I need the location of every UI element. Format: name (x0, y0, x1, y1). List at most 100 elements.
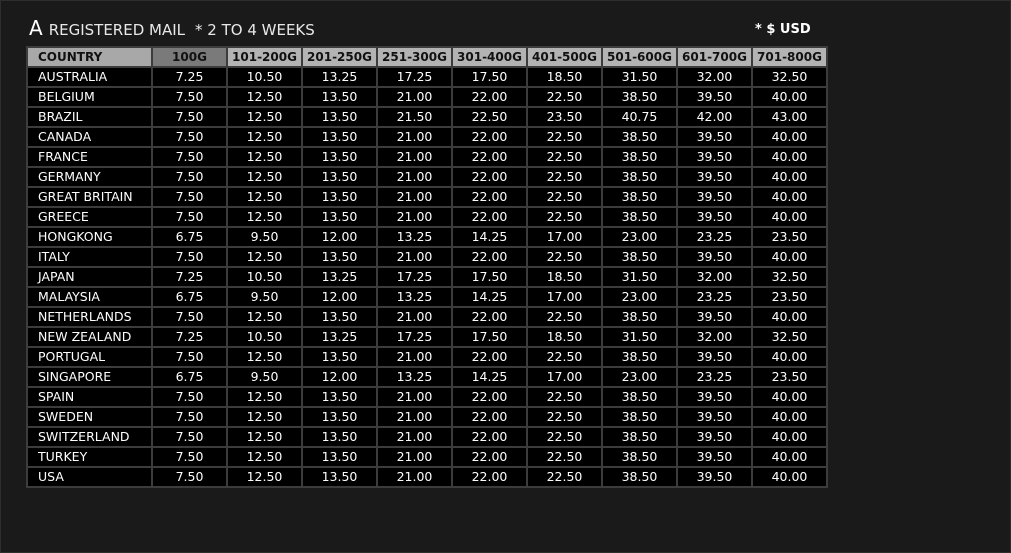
rate-cell: 7.25 (151, 266, 228, 288)
rate-cell: 21.00 (376, 206, 453, 228)
rate-cell: 22.50 (526, 346, 603, 368)
rate-cell: 21.00 (376, 426, 453, 448)
rate-cell: 31.50 (601, 266, 678, 288)
rate-cell: 40.00 (751, 306, 828, 328)
table-row: CANADA 7.50 12.50 13.50 21.00 22.00 22.50 38.50… (26, 126, 828, 148)
rate-cell: 32.00 (676, 66, 753, 88)
table-header-row: COUNTRY 100G 101-200G 201-250G 251-300G … (26, 46, 828, 68)
rate-cell: 32.00 (676, 326, 753, 348)
rate-cell: 7.50 (151, 306, 228, 328)
rate-cell: 7.50 (151, 186, 228, 208)
rate-cell: 12.50 (226, 446, 303, 468)
rate-cell: 39.50 (676, 466, 753, 488)
rate-cell: 17.00 (526, 366, 603, 388)
rate-cell: 22.50 (526, 446, 603, 468)
rate-cell: 39.50 (676, 186, 753, 208)
column-header-100g: 100G (151, 46, 228, 68)
rate-cell: 13.50 (301, 246, 378, 268)
rate-cell: 7.25 (151, 66, 228, 88)
table-row: BELGIUM 7.50 12.50 13.50 21.00 22.00 22.50 38.5… (26, 86, 828, 108)
rate-cell: 40.00 (751, 346, 828, 368)
rate-cell: 13.25 (301, 266, 378, 288)
rate-cell: 23.00 (601, 366, 678, 388)
rate-cell: 21.00 (376, 446, 453, 468)
rate-cell: 38.50 (601, 126, 678, 148)
table-row: HONGKONG 6.75 9.50 12.00 13.25 14.25 17.00 23.0… (26, 226, 828, 248)
table-row: GREECE 7.50 12.50 13.50 21.00 22.00 22.50 38.50… (26, 206, 828, 228)
table-row: SPAIN 7.50 12.50 13.50 21.00 22.00 22.50 38.50 3… (26, 386, 828, 408)
rate-cell: 14.25 (451, 366, 528, 388)
rate-cell: 12.50 (226, 246, 303, 268)
rate-cell: 21.00 (376, 166, 453, 188)
table-row: PORTUGAL 7.50 12.50 13.50 21.00 22.00 22.50 38.… (26, 346, 828, 368)
rate-cell: 22.50 (526, 86, 603, 108)
table-row: AUSTRALIA 7.25 10.50 13.25 17.25 17.50 18.50 31… (26, 66, 828, 88)
country-cell: AUSTRALIA (26, 66, 153, 88)
rate-cell: 38.50 (601, 306, 678, 328)
rate-cell: 22.00 (451, 306, 528, 328)
rate-cell: 40.00 (751, 86, 828, 108)
rate-cell: 13.25 (376, 226, 453, 248)
rate-cell: 13.50 (301, 126, 378, 148)
rate-cell: 40.00 (751, 426, 828, 448)
table-row: NEW ZEALAND 7.25 10.50 13.25 17.25 17.50 18.50… (26, 326, 828, 348)
rate-cell: 21.00 (376, 466, 453, 488)
rate-cell: 23.50 (526, 106, 603, 128)
rate-table: COUNTRY 100G 101-200G 201-250G 251-300G … (26, 46, 828, 488)
rate-cell: 39.50 (676, 346, 753, 368)
rate-cell: 10.50 (226, 326, 303, 348)
table-row: FRANCE 7.50 12.50 13.50 21.00 22.00 22.50 38.50… (26, 146, 828, 168)
country-cell: JAPAN (26, 266, 153, 288)
rate-cell: 38.50 (601, 386, 678, 408)
rate-cell: 7.50 (151, 106, 228, 128)
rate-cell: 12.50 (226, 146, 303, 168)
rate-cell: 12.50 (226, 186, 303, 208)
rate-cell: 38.50 (601, 206, 678, 228)
rate-cell: 9.50 (226, 226, 303, 248)
rate-cell: 13.50 (301, 426, 378, 448)
country-cell: USA (26, 466, 153, 488)
rate-cell: 7.50 (151, 426, 228, 448)
rate-cell: 12.50 (226, 206, 303, 228)
country-cell: GREECE (26, 206, 153, 228)
rate-cell: 13.50 (301, 206, 378, 228)
rate-cell: 17.50 (451, 326, 528, 348)
column-header-401-500g: 401-500G (526, 46, 603, 68)
rate-cell: 17.00 (526, 286, 603, 308)
column-header-301-400g: 301-400G (451, 46, 528, 68)
rate-cell: 17.50 (451, 66, 528, 88)
rate-cell: 21.00 (376, 306, 453, 328)
rate-cell: 38.50 (601, 466, 678, 488)
column-header-country: COUNTRY (26, 46, 153, 68)
table-row: SWITZERLAND 7.50 12.50 13.50 21.00 22.00 22.50… (26, 426, 828, 448)
table-row: GERMANY 7.50 12.50 13.50 21.00 22.00 22.50 38.5… (26, 166, 828, 188)
rate-cell: 7.50 (151, 466, 228, 488)
section-letter: A (29, 16, 43, 40)
rate-cell: 22.00 (451, 146, 528, 168)
rate-cell: 38.50 (601, 346, 678, 368)
rate-cell: 22.00 (451, 186, 528, 208)
delivery-time-note: * 2 TO 4 WEEKS (195, 21, 315, 39)
rate-cell: 22.00 (451, 126, 528, 148)
rate-cell: 7.50 (151, 86, 228, 108)
country-cell: TURKEY (26, 446, 153, 468)
page-title: A REGISTERED MAIL * 2 TO 4 WEEKS (29, 16, 315, 42)
rate-cell: 39.50 (676, 306, 753, 328)
rate-cell: 22.00 (451, 346, 528, 368)
rate-cell: 23.25 (676, 366, 753, 388)
rate-cell: 12.50 (226, 306, 303, 328)
rate-cell: 31.50 (601, 326, 678, 348)
rate-cell: 38.50 (601, 426, 678, 448)
rate-cell: 23.50 (751, 286, 828, 308)
rate-cell: 39.50 (676, 246, 753, 268)
rate-table-body: AUSTRALIA 7.25 10.50 13.25 17.25 17.50 18.50 31… (26, 66, 828, 488)
rate-cell: 6.75 (151, 286, 228, 308)
rate-cell: 22.00 (451, 386, 528, 408)
rate-sheet-panel: A REGISTERED MAIL * 2 TO 4 WEEKS * $ USD… (0, 0, 1011, 553)
rate-cell: 22.00 (451, 246, 528, 268)
rate-cell: 21.50 (376, 106, 453, 128)
rate-cell: 22.50 (526, 166, 603, 188)
table-row: SINGAPORE 6.75 9.50 12.00 13.25 14.25 17.00 23.… (26, 366, 828, 388)
rate-cell: 22.00 (451, 446, 528, 468)
rate-cell: 10.50 (226, 266, 303, 288)
